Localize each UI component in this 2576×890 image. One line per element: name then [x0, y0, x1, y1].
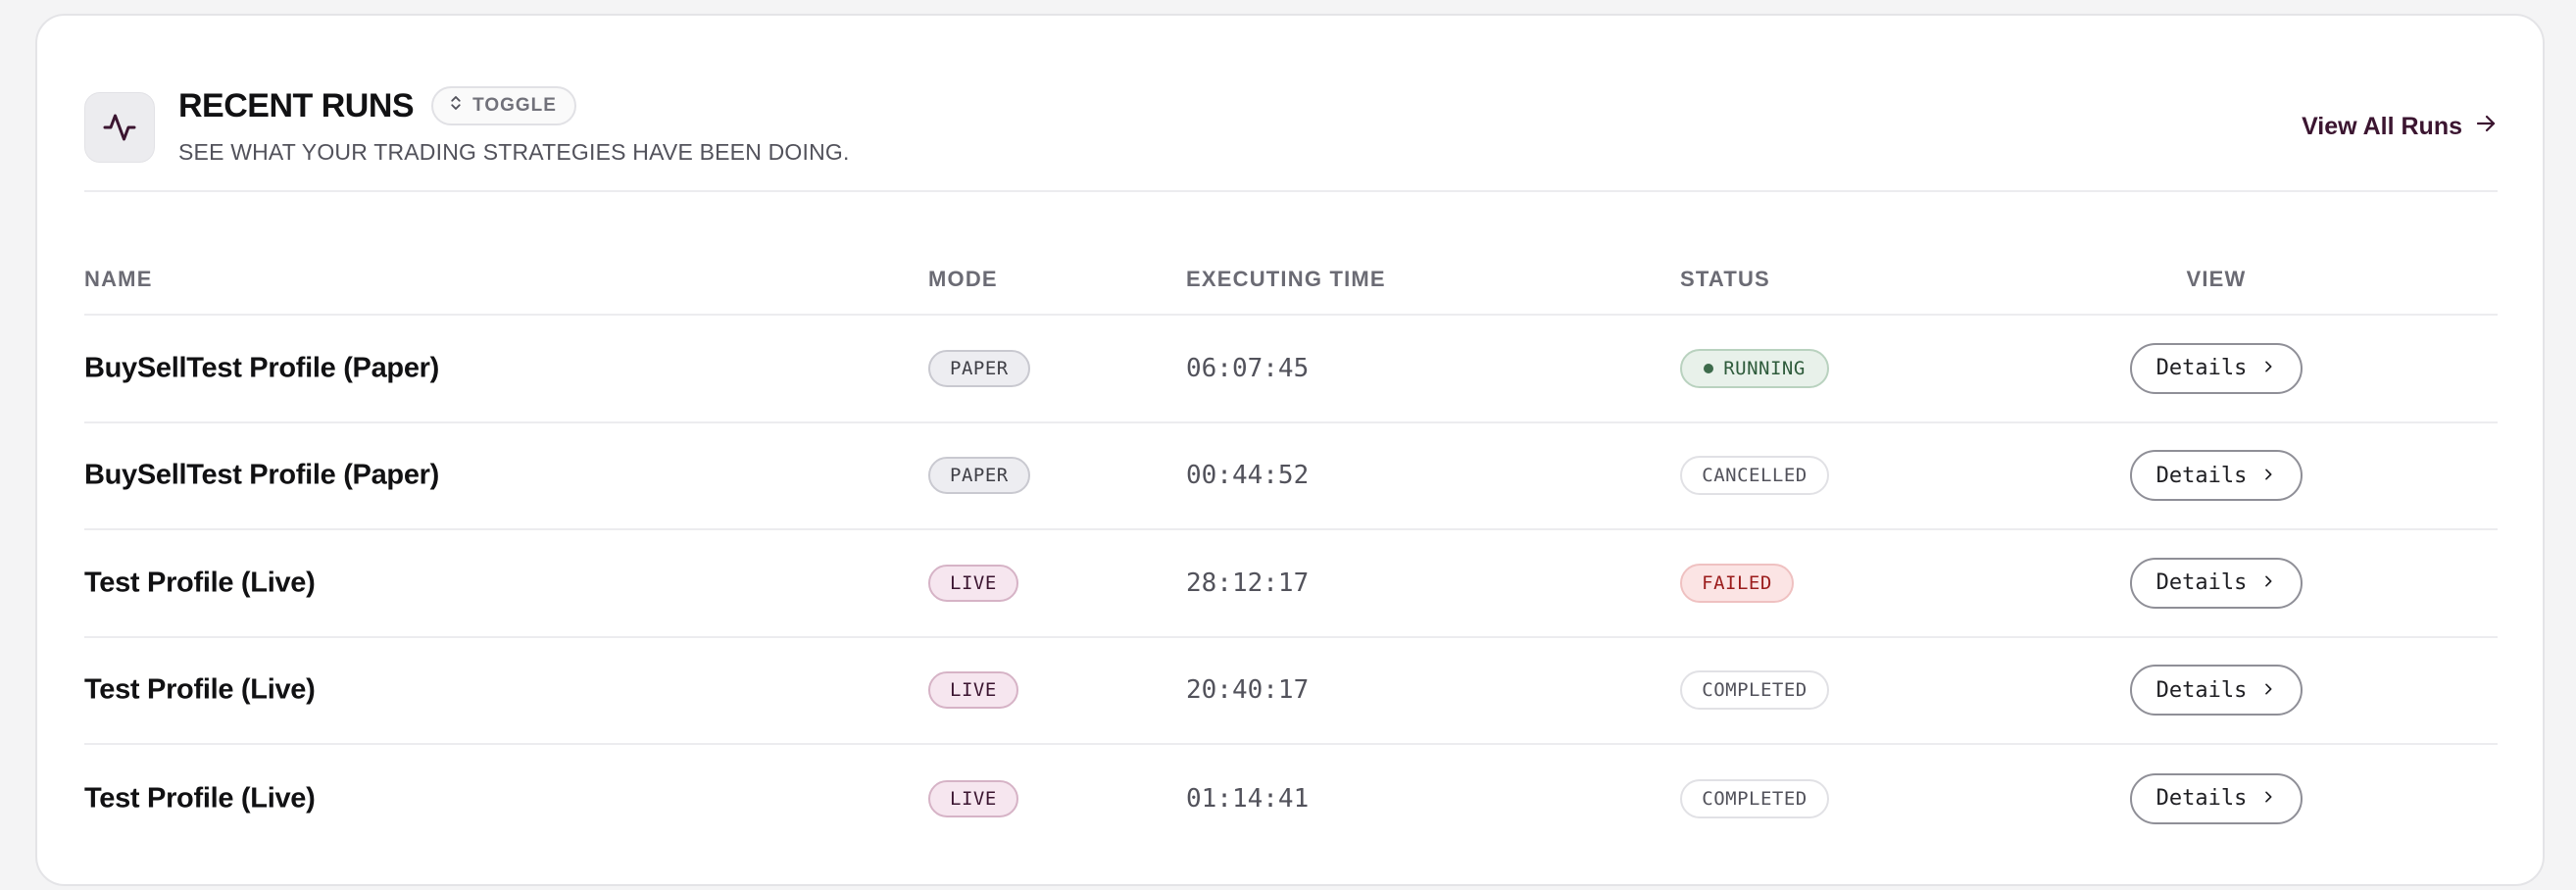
details-label: Details: [2155, 570, 2248, 596]
mode-badge: PAPER: [928, 457, 1030, 495]
title-row: RECENT RUNS TOGGLE: [178, 86, 576, 125]
card-header: RECENT RUNS TOGGLE SEE WHAT YOUR TRADING…: [84, 76, 2498, 169]
chevron-right-icon: [2260, 786, 2276, 811]
mode-cell: LIVE: [928, 779, 1018, 817]
run-name: Test Profile (Live): [84, 782, 316, 815]
chevron-right-icon: [2260, 464, 2276, 488]
column-header-view: VIEW: [2186, 267, 2247, 291]
table-row: BuySellTest Profile (Paper) PAPER 06:07:…: [84, 316, 2498, 423]
recent-runs-card: RECENT RUNS TOGGLE SEE WHAT YOUR TRADING…: [35, 14, 2545, 886]
run-name: Test Profile (Live): [84, 567, 316, 599]
status-cell: COMPLETED: [1680, 778, 1829, 818]
mode-cell: PAPER: [928, 349, 1030, 387]
runs-table: NAME MODE EXECUTING TIME STATUS VIEW Buy…: [84, 243, 2498, 853]
view-cell: Details: [2130, 450, 2303, 502]
details-button[interactable]: Details: [2130, 450, 2303, 502]
status-badge: COMPLETED: [1680, 778, 1829, 818]
status-cell: RUNNING: [1680, 348, 1829, 388]
table-row: BuySellTest Profile (Paper) PAPER 00:44:…: [84, 423, 2498, 530]
status-cell: FAILED: [1680, 563, 1794, 603]
executing-time: 01:14:41: [1186, 783, 1310, 814]
activity-pulse-icon: [84, 92, 155, 163]
table-row: Test Profile (Live) LIVE 28:12:17 FAILED…: [84, 530, 2498, 638]
view-cell: Details: [2130, 557, 2303, 609]
view-cell: Details: [2130, 342, 2303, 394]
page-title: RECENT RUNS: [178, 86, 415, 124]
mode-badge: LIVE: [928, 779, 1018, 817]
page-subtitle: SEE WHAT YOUR TRADING STRATEGIES HAVE BE…: [178, 139, 850, 165]
view-all-label: View All Runs: [2302, 113, 2462, 140]
column-header-name: NAME: [84, 267, 153, 291]
run-name: BuySellTest Profile (Paper): [84, 459, 440, 491]
column-header-status: STATUS: [1680, 267, 1770, 291]
chevron-right-icon: [2260, 570, 2276, 595]
chevron-right-icon: [2260, 356, 2276, 380]
toggle-label: TOGGLE: [472, 95, 557, 116]
details-label: Details: [2155, 677, 2248, 703]
chevron-right-icon: [2260, 678, 2276, 703]
details-button[interactable]: Details: [2130, 665, 2303, 717]
executing-time: 00:44:52: [1186, 461, 1310, 491]
mode-badge: LIVE: [928, 671, 1018, 710]
details-label: Details: [2155, 356, 2248, 381]
details-button[interactable]: Details: [2130, 342, 2303, 394]
status-badge: COMPLETED: [1680, 670, 1829, 711]
details-label: Details: [2155, 786, 2248, 812]
status-cell: CANCELLED: [1680, 456, 1829, 496]
details-button[interactable]: Details: [2130, 557, 2303, 609]
status-badge: RUNNING: [1680, 348, 1829, 388]
column-header-executing-time: EXECUTING TIME: [1186, 267, 1386, 291]
table-header: NAME MODE EXECUTING TIME STATUS VIEW: [84, 243, 2498, 316]
executing-time: 20:40:17: [1186, 675, 1310, 706]
arrow-right-icon: [2474, 112, 2498, 142]
status-cell: COMPLETED: [1680, 670, 1829, 711]
status-badge: CANCELLED: [1680, 456, 1829, 496]
mode-badge: PAPER: [928, 349, 1030, 387]
toggle-button[interactable]: TOGGLE: [431, 86, 576, 125]
run-name: BuySellTest Profile (Paper): [84, 352, 440, 384]
table-row: Test Profile (Live) LIVE 01:14:41 COMPLE…: [84, 745, 2498, 853]
run-name: Test Profile (Live): [84, 673, 316, 706]
status-label: RUNNING: [1723, 357, 1806, 379]
mode-cell: LIVE: [928, 564, 1018, 602]
chevron-up-down-icon: [447, 94, 465, 118]
table-row: Test Profile (Live) LIVE 20:40:17 COMPLE…: [84, 638, 2498, 745]
mode-cell: PAPER: [928, 457, 1030, 495]
status-badge: FAILED: [1680, 563, 1794, 603]
executing-time: 28:12:17: [1186, 568, 1310, 598]
executing-time: 06:07:45: [1186, 353, 1310, 383]
view-cell: Details: [2130, 665, 2303, 717]
running-dot-icon: [1704, 363, 1714, 373]
view-cell: Details: [2130, 772, 2303, 824]
details-label: Details: [2155, 463, 2248, 488]
details-button[interactable]: Details: [2130, 772, 2303, 824]
column-header-mode: MODE: [928, 267, 998, 291]
mode-badge: LIVE: [928, 564, 1018, 602]
mode-cell: LIVE: [928, 671, 1018, 710]
view-all-runs-link[interactable]: View All Runs: [2302, 112, 2498, 142]
header-divider: [84, 190, 2498, 192]
